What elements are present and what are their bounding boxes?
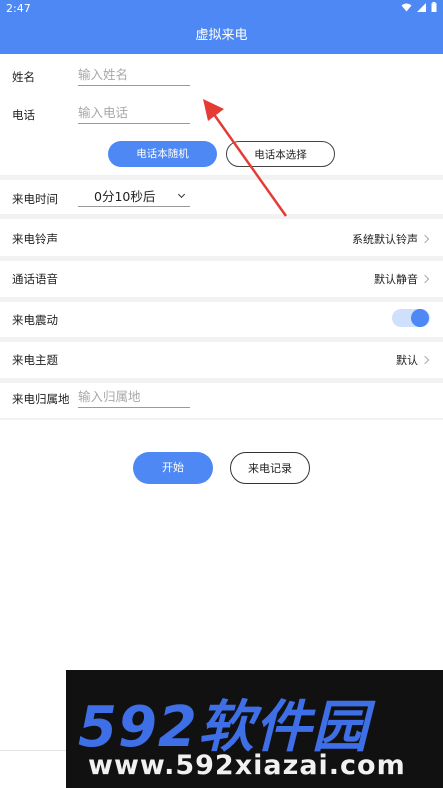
signal-icon xyxy=(417,2,426,12)
location-label: 来电归属地 xyxy=(12,392,70,406)
bottom-divider xyxy=(0,750,66,751)
call-time-value: 0分10秒后 xyxy=(94,189,156,204)
call-time-dropdown[interactable]: 0分10秒后 xyxy=(78,187,190,207)
phone-input[interactable]: 输入电话 xyxy=(78,103,190,124)
divider xyxy=(0,297,443,302)
theme-value-group: 默认 xyxy=(396,352,430,368)
divider xyxy=(0,378,443,383)
watermark-url: www.592xiazai.com xyxy=(88,750,406,781)
divider xyxy=(0,418,443,420)
toggle-knob xyxy=(411,309,429,327)
status-icons xyxy=(401,2,437,12)
ringtone-value-group: 系统默认铃声 xyxy=(352,231,430,247)
vibrate-label: 来电震动 xyxy=(12,313,58,327)
start-button[interactable]: 开始 xyxy=(133,452,213,484)
chevron-right-icon xyxy=(420,355,430,365)
location-input[interactable]: 输入归属地 xyxy=(78,387,190,408)
annotation-arrow-icon xyxy=(203,99,288,217)
chevron-right-icon xyxy=(420,234,430,244)
vibrate-toggle[interactable] xyxy=(392,309,430,327)
battery-icon xyxy=(431,2,437,12)
watermark-banner: 592软件园 www.592xiazai.com xyxy=(66,670,443,788)
status-bar: 2:47 xyxy=(0,0,443,18)
ringtone-label: 来电铃声 xyxy=(12,232,58,246)
voice-value-group: 默认静音 xyxy=(374,271,430,287)
theme-label: 来电主题 xyxy=(12,353,58,367)
app-bar: 虚拟来电 xyxy=(0,18,443,54)
ringtone-row[interactable]: 来电铃声 系统默认铃声 xyxy=(0,219,443,256)
call-time-label: 来电时间 xyxy=(12,192,58,206)
wifi-icon xyxy=(401,3,412,11)
voice-row[interactable]: 通话语音 默认静音 xyxy=(0,261,443,297)
phone-label: 电话 xyxy=(12,108,35,122)
voice-value: 默认静音 xyxy=(374,273,418,286)
chevron-right-icon xyxy=(420,274,430,284)
theme-row[interactable]: 来电主题 默认 xyxy=(0,342,443,378)
theme-value: 默认 xyxy=(396,354,418,367)
voice-label: 通话语音 xyxy=(12,272,58,286)
call-history-button[interactable]: 来电记录 xyxy=(230,452,310,484)
name-label: 姓名 xyxy=(12,70,35,84)
chevron-down-icon xyxy=(177,190,186,199)
page-title: 虚拟来电 xyxy=(195,28,248,43)
ringtone-value: 系统默认铃声 xyxy=(352,233,418,246)
name-input[interactable]: 输入姓名 xyxy=(78,65,190,86)
status-time: 2:47 xyxy=(6,2,31,15)
